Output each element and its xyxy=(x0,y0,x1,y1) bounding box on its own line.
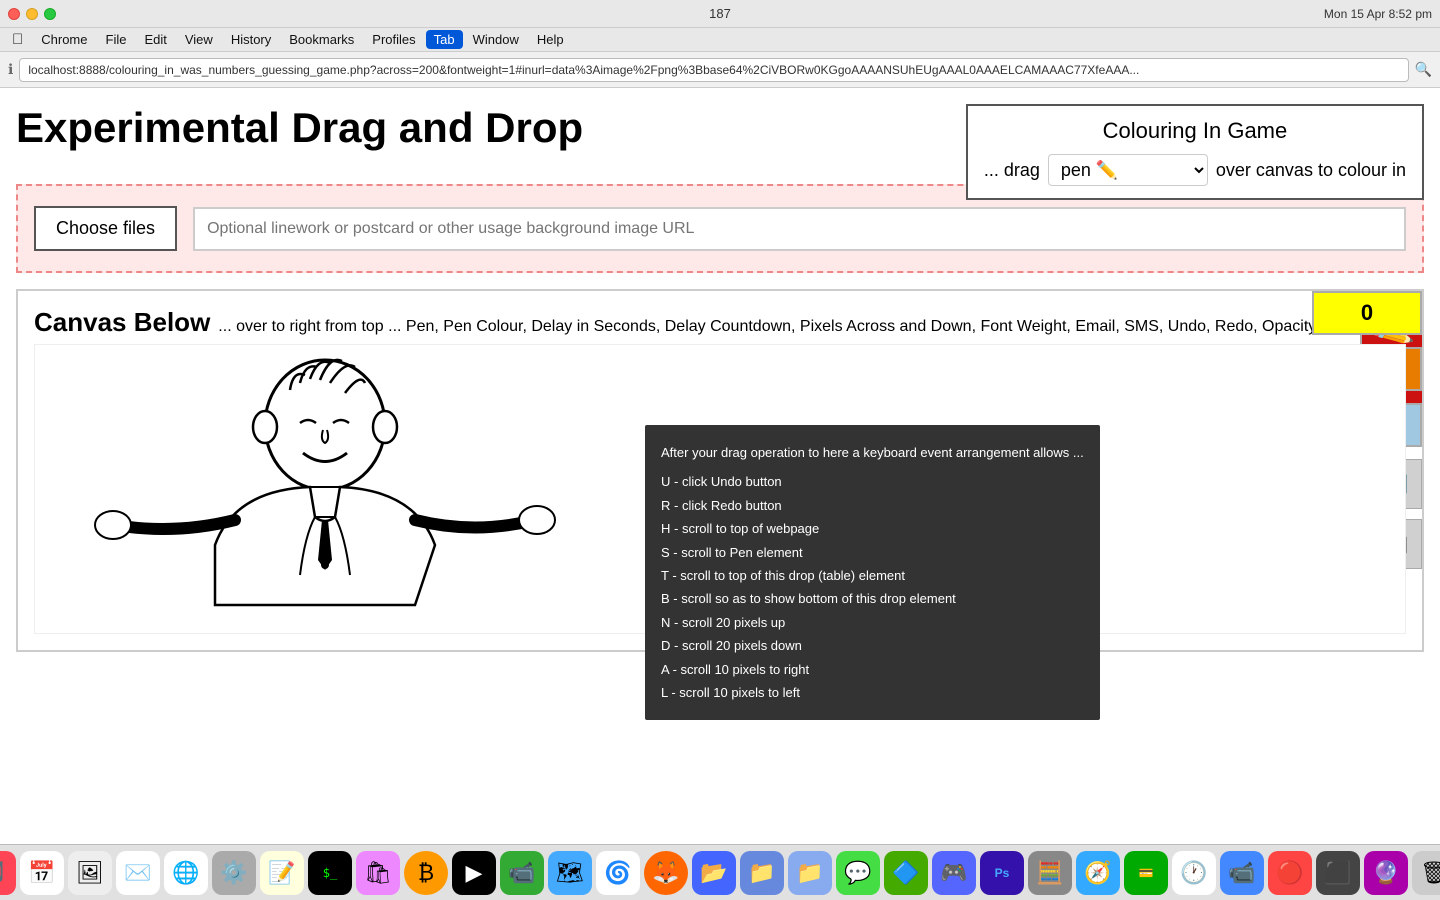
titlebar: 187 Mon 15 Apr 8:52 pm xyxy=(0,0,1440,28)
url-bar[interactable]: localhost:8888/colouring_in_was_numbers_… xyxy=(19,58,1408,82)
header-row: Experimental Drag and Drop Colouring In … xyxy=(16,104,1424,168)
dock-icon-safari[interactable]: 🧭 xyxy=(1076,851,1120,895)
dock-icon-bitcoin[interactable]: ₿ xyxy=(404,851,448,895)
addressbar: ℹ localhost:8888/colouring_in_was_number… xyxy=(0,52,1440,88)
hint-item-a: A - scroll 10 pixels to right xyxy=(661,658,1084,681)
pen-select[interactable]: pen ✏️ brush eraser spray xyxy=(1048,154,1208,186)
hint-item-r: R - click Redo button xyxy=(661,494,1084,517)
traffic-lights xyxy=(8,8,56,20)
hint-item-n: N - scroll 20 pixels up xyxy=(661,611,1084,634)
choose-files-button[interactable]: Choose files xyxy=(34,206,177,251)
dock-icon-terminal[interactable]: $_ xyxy=(308,851,352,895)
dock-icon-firefox[interactable]: 🦊 xyxy=(644,851,688,895)
menu-file[interactable]: File xyxy=(98,30,135,49)
dock-icon-filezilla[interactable]: 📂 xyxy=(692,851,736,895)
menu-window[interactable]: Window xyxy=(465,30,527,49)
main-content: Experimental Drag and Drop Colouring In … xyxy=(0,88,1440,652)
colouring-game-box: Colouring In Game ... drag pen ✏️ brush … xyxy=(966,104,1424,200)
canvas-subtitle: ... over to right from top ... Pen, Pen … xyxy=(218,318,1316,336)
dock-icon-slack[interactable]: 🔷 xyxy=(884,851,928,895)
menu-view[interactable]: View xyxy=(177,30,221,49)
hint-item-b: B - scroll so as to show bottom of this … xyxy=(661,587,1084,610)
tab-title: 187 xyxy=(709,6,731,21)
dock-icon-calculator[interactable]: 🧮 xyxy=(1028,851,1072,895)
hint-item-s: S - scroll to Pen element xyxy=(661,541,1084,564)
dock-icon-music[interactable]: 🎵 xyxy=(0,851,16,895)
over-label: over canvas to colour in xyxy=(1216,160,1406,181)
page-title: Experimental Drag and Drop xyxy=(16,104,583,152)
dock-icon-mail[interactable]: ✉️ xyxy=(116,851,160,895)
dock-icon-chrome[interactable]: 🌀 xyxy=(596,851,640,895)
menu-history[interactable]: History xyxy=(223,30,279,49)
dock-icon-facetime[interactable]: 📹 xyxy=(500,851,544,895)
hint-item-u: U - click Undo button xyxy=(661,470,1084,493)
info-icon: ℹ xyxy=(8,61,13,78)
search-icon[interactable]: 🔍 xyxy=(1415,61,1432,78)
dock-icon-photoshop[interactable]: Ps xyxy=(980,851,1024,895)
datetime: Mon 15 Apr 8:52 pm xyxy=(1324,7,1432,21)
dock-icon-folder1[interactable]: 📁 xyxy=(740,851,784,895)
dock-icon-misc3[interactable]: 🔮 xyxy=(1364,851,1408,895)
dock-icon-calendar[interactable]: 📅 xyxy=(20,851,64,895)
dock-icon-discord[interactable]: 🎮 xyxy=(932,851,976,895)
dock-icon-messages[interactable]: 💬 xyxy=(836,851,880,895)
dock-icon-zoom[interactable]: 📹 xyxy=(1220,851,1264,895)
dock-icon-folder2[interactable]: 📁 xyxy=(788,851,832,895)
dock-icon-notes[interactable]: 📝 xyxy=(260,851,304,895)
colouring-title: Colouring In Game xyxy=(984,118,1406,144)
apple-menu[interactable]:  xyxy=(4,29,31,50)
dock-icon-clock[interactable]: 🕐 xyxy=(1172,851,1216,895)
hint-item-h: H - scroll to top of webpage xyxy=(661,517,1084,540)
colouring-controls-row: ... drag pen ✏️ brush eraser spray over … xyxy=(984,154,1406,186)
hint-item-l: L - scroll 10 pixels to left xyxy=(661,681,1084,704)
dock-icon-maps[interactable]: 🗺 xyxy=(548,851,592,895)
hint-item-d: D - scroll 20 pixels down xyxy=(661,634,1084,657)
menu-tab[interactable]: Tab xyxy=(426,30,463,49)
canvas-title: Canvas Below xyxy=(34,307,210,338)
dock-icon-trash[interactable]: 🗑 xyxy=(1412,851,1440,895)
dock-icon-browser[interactable]: 🌐 xyxy=(164,851,208,895)
canvas-area[interactable]: After your drag operation to here a keyb… xyxy=(34,344,1406,634)
dock: 🐻 🎵 📅 🖼 ✉️ 🌐 ⚙️ 📝 $_ 🛍 ₿ ▶ 📹 🗺 🌀 🦊 📂 📁 📁… xyxy=(0,844,1440,900)
number-0-display: 0 xyxy=(1312,291,1422,335)
menu-bookmarks[interactable]: Bookmarks xyxy=(281,30,362,49)
dock-icon-misc1[interactable]: 🔴 xyxy=(1268,851,1312,895)
dock-icon-wallet[interactable]: 💳 xyxy=(1124,851,1168,895)
close-button[interactable] xyxy=(8,8,20,20)
menu-help[interactable]: Help xyxy=(529,30,572,49)
menu-chrome[interactable]: Chrome xyxy=(33,30,95,49)
keyboard-hint-popup: After your drag operation to here a keyb… xyxy=(645,425,1100,720)
drag-label: ... drag xyxy=(984,160,1040,181)
canvas-section: Canvas Below ... over to right from top … xyxy=(16,289,1424,652)
menubar:  Chrome File Edit View History Bookmark… xyxy=(0,28,1440,52)
url-input[interactable] xyxy=(193,207,1406,251)
hint-item-t: T - scroll to top of this drop (table) e… xyxy=(661,564,1084,587)
menu-profiles[interactable]: Profiles xyxy=(364,30,423,49)
menu-edit[interactable]: Edit xyxy=(136,30,174,49)
keyboard-hint-title: After your drag operation to here a keyb… xyxy=(661,441,1084,464)
dock-icon-apple-tv[interactable]: ▶ xyxy=(452,851,496,895)
maximize-button[interactable] xyxy=(44,8,56,20)
dock-icon-settings[interactable]: ⚙️ xyxy=(212,851,256,895)
cartoon-character xyxy=(35,345,615,625)
dock-icon-misc2[interactable]: ⬛ xyxy=(1316,851,1360,895)
dock-icon-store[interactable]: 🛍 xyxy=(356,851,400,895)
dock-icon-photos[interactable]: 🖼 xyxy=(68,851,112,895)
minimize-button[interactable] xyxy=(26,8,38,20)
